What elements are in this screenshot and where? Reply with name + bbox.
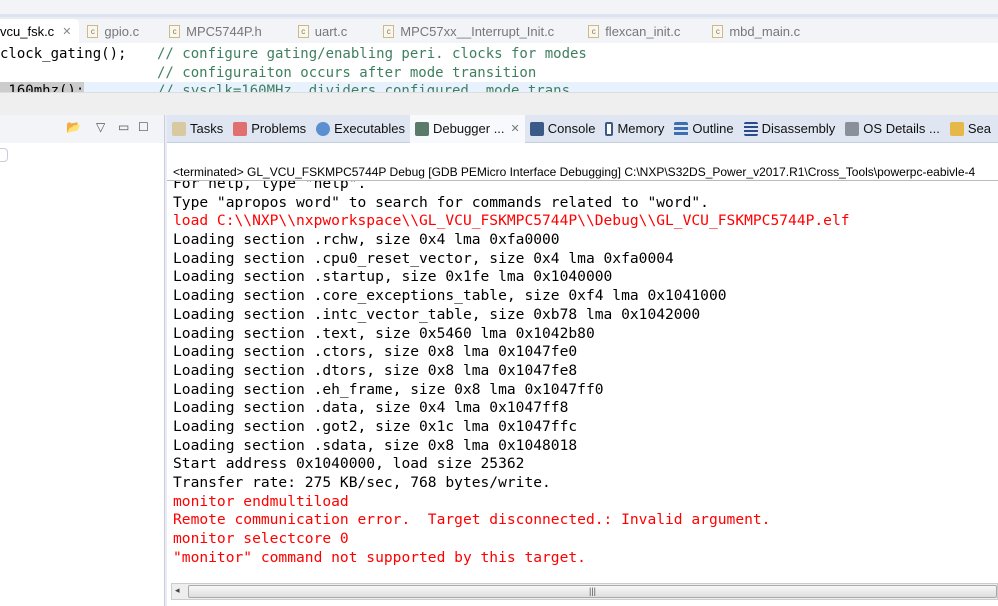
scrollbar-thumb[interactable]: |||: [188, 585, 997, 598]
tab-label: gpio.c: [104, 23, 140, 39]
c-file-icon: c: [383, 24, 395, 38]
comment: // configuraiton occurs after mode trans…: [157, 64, 537, 81]
console-line: Loading section .eh_frame, size 0x8 lma …: [173, 380, 604, 398]
tab-tasks[interactable]: Tasks: [167, 115, 228, 143]
close-icon[interactable]: ✕: [62, 25, 71, 38]
disassembly-icon: [743, 121, 758, 136]
tasks-icon: [172, 121, 186, 136]
editor-tab-mpc5744p-h[interactable]: c MPC5744P.h: [161, 19, 270, 43]
console-output[interactable]: For help, type "help". Type "apropos word…: [167, 180, 998, 590]
console-line: Type "apropos word" to search for comman…: [173, 193, 709, 211]
tab-label: Memory: [617, 121, 665, 136]
search-icon: [949, 121, 964, 136]
console-line: Loading section .rchw, size 0x4 lma 0xfa…: [173, 231, 560, 249]
tab-label: Outline: [692, 121, 734, 136]
code-editor[interactable]: clock_gating(); // configure gating/enabl…: [0, 43, 998, 92]
tree-item-box[interactable]: [0, 148, 8, 162]
minimize-icon[interactable]: ▭: [118, 120, 129, 134]
window-top-strip: [0, 0, 998, 17]
console-line: For help, type "help".: [173, 180, 367, 192]
tab-label: Sea: [967, 121, 992, 136]
memory-icon: [605, 121, 614, 136]
console-line: Loading section .text, size 0x5460 lma 0…: [173, 324, 595, 342]
console-line: Loading section .ctors, size 0x8 lma 0x1…: [173, 343, 578, 361]
open-folder-icon[interactable]: 📂: [66, 120, 81, 134]
editor-tab-vcu-fsk[interactable]: vcu_fsk.c ✕: [0, 19, 80, 43]
editor-tab-interrupt-init[interactable]: c MPC57xx__Interrupt_Init.c: [375, 19, 562, 43]
c-file-icon: c: [297, 24, 309, 38]
tab-label: flexcan_init.c: [605, 23, 681, 39]
outline-icon: [674, 121, 689, 136]
tab-label: OS Details ...: [863, 121, 940, 136]
tab-console[interactable]: Console: [525, 115, 601, 143]
debugger-icon: [414, 121, 429, 136]
tab-executables[interactable]: Executables: [311, 115, 410, 143]
c-file-icon: c: [588, 24, 600, 38]
tab-label: Tasks: [190, 121, 224, 136]
debugger-console-panel: Tasks Problems Executables Debugger ... ✕…: [167, 114, 998, 606]
console-error-line: Remote communication error. Target disco…: [173, 511, 771, 529]
tab-label: Problems: [251, 121, 307, 136]
c-file-icon: c: [712, 24, 724, 38]
view-tabs: Tasks Problems Executables Debugger ... ✕…: [167, 114, 998, 143]
tab-label: MPC57xx__Interrupt_Init.c: [400, 23, 555, 39]
comment: // configure gating/enabling peri. clock…: [157, 46, 587, 62]
tab-debugger[interactable]: Debugger ... ✕: [409, 114, 525, 143]
code-line-current: _160mhz(); // sysclk=160MHz, dividers con…: [0, 82, 998, 92]
c-file-icon: c: [169, 24, 181, 38]
editor-tab-mbd-main[interactable]: c mbd_main.c: [704, 19, 808, 43]
tab-label: Executables: [334, 121, 405, 136]
tab-label: mbd_main.c: [729, 23, 801, 39]
console-line: Loading section .intc_vector_table, size…: [173, 305, 701, 323]
code: clock_gating();: [0, 46, 127, 62]
console-line: Loading section .data, size 0x4 lma 0x10…: [173, 399, 569, 417]
divider: [0, 92, 998, 115]
view-menu-icon[interactable]: ▽: [96, 120, 105, 134]
console-line: Loading section .got2, size 0x1c lma 0x1…: [173, 417, 578, 435]
console-icon: [529, 121, 544, 136]
comment: // sysclk=160MHz, dividers configured, m…: [157, 83, 571, 92]
os-details-icon: [845, 121, 860, 136]
tab-label: uart.c: [314, 23, 348, 39]
console-error-line: monitor endmultiload: [173, 492, 349, 510]
code-line: clock_gating(); // configure gating/enabl…: [0, 45, 998, 64]
code-line: // configuraiton occurs after mode trans…: [0, 64, 998, 83]
code: _160mhz();: [0, 82, 85, 92]
scroll-left-icon[interactable]: ◂: [175, 585, 180, 596]
maximize-icon[interactable]: ☐: [138, 120, 149, 134]
editor-tabs: vcu_fsk.c ✕ c gpio.c c MPC5744P.h c uart.c c…: [0, 19, 998, 43]
left-panel-toolbar: 📂 ▽ ▭ ☐: [0, 115, 164, 143]
tab-label: vcu_fsk.c: [0, 23, 55, 39]
tab-problems[interactable]: Problems: [228, 115, 311, 143]
horizontal-scrollbar[interactable]: ◂ |||: [171, 583, 998, 600]
editor-tab-uart[interactable]: c uart.c: [290, 19, 356, 43]
left-panel: 📂 ▽ ▭ ☐: [0, 115, 165, 606]
tab-label: MPC5744P.h: [186, 23, 262, 39]
tab-memory[interactable]: Memory: [600, 115, 669, 143]
console-status: <terminated> GL_VCU_FSKMPC5744P Debug [G…: [173, 165, 976, 179]
tab-label: Disassembly: [761, 121, 836, 136]
problems-icon: [233, 121, 248, 136]
tab-os-details[interactable]: OS Details ...: [840, 115, 945, 143]
close-icon[interactable]: ✕: [511, 122, 520, 135]
console-line: Transfer rate: 275 KB/sec, 768 bytes/wri…: [173, 474, 551, 491]
editor-tab-gpio[interactable]: c gpio.c: [79, 19, 147, 43]
c-file-icon: c: [87, 24, 99, 38]
console-line: Loading section .cpu0_reset_vector, size…: [173, 249, 674, 267]
executables-icon: [316, 121, 331, 136]
console-line: Loading section .core_exceptions_table, …: [173, 287, 727, 305]
console-line: Loading section .dtors, size 0x8 lma 0x1…: [173, 361, 578, 379]
tab-outline[interactable]: Outline: [669, 115, 738, 143]
tab-search[interactable]: Sea: [945, 115, 996, 143]
console-line: Loading section .sdata, size 0x8 lma 0x1…: [173, 436, 578, 454]
console-error-line: monitor selectcore 0: [173, 530, 349, 548]
console-error-line: "monitor" command not supported by this …: [173, 548, 586, 566]
tab-disassembly[interactable]: Disassembly: [739, 115, 841, 143]
tab-label: Debugger ...: [432, 121, 505, 136]
console-line: Start address 0x1040000, load size 25362: [173, 455, 525, 473]
console-line: Loading section .startup, size 0x1fe lma…: [173, 268, 613, 286]
editor-tab-flexcan-init[interactable]: c flexcan_init.c: [580, 19, 688, 43]
console-error-line: load C:\\NXP\\nxpworkspace\\GL_VCU_FSKMP…: [173, 212, 850, 230]
tab-label: Console: [547, 121, 596, 136]
